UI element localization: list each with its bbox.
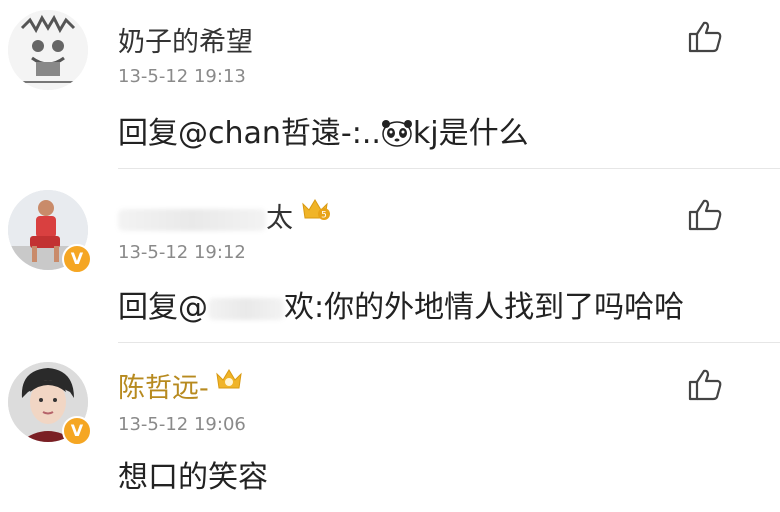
comment-text-suffix: 欢:你的外地情人找到了吗哈哈 [284,290,685,325]
comment-text: 回复@chan哲遠-:.. kj是什么 [118,108,529,152]
comment-text-prefix: 回复@chan哲遠-:.. [118,116,381,151]
comment-text-prefix: 回复@ [118,290,208,325]
sketch-avatar-image [8,10,88,90]
redacted-mention [208,297,284,320]
comment-time: 13-5-12 19:12 [118,242,246,263]
divider [118,342,780,343]
divider [118,168,780,169]
comment-username[interactable]: 奶子的希望 [118,20,253,59]
comment-time: 13-5-12 19:06 [118,414,246,435]
comment-text-suffix: kj是什么 [412,116,529,151]
thumbs-up-icon[interactable] [686,368,724,402]
comment-text: 回复@ 欢:你的外地情人找到了吗哈哈 [118,282,684,326]
comment-time: 13-5-12 19:13 [118,66,246,87]
thumbs-up-icon[interactable] [686,20,724,54]
panda-emoji-icon [381,120,412,147]
thumbs-up-icon[interactable] [686,198,724,232]
verified-badge-icon: V [62,244,92,274]
avatar[interactable] [8,10,88,90]
crown-icon: 5 [302,199,330,221]
comment-text: 想口的笑容 [118,460,268,495]
verified-badge-icon: V [62,416,92,446]
comment-list: 奶子的希望 13-5-12 19:13 回复@chan哲遠-:.. kj是什么 [0,0,780,512]
crown-icon [216,369,242,389]
comment-username-partial: 太 [266,203,293,234]
vip-level: 5 [321,211,327,221]
comment-username[interactable]: 陈哲远- [118,366,209,405]
redacted-username [118,208,266,231]
comment-username[interactable]: 太 [118,196,293,235]
